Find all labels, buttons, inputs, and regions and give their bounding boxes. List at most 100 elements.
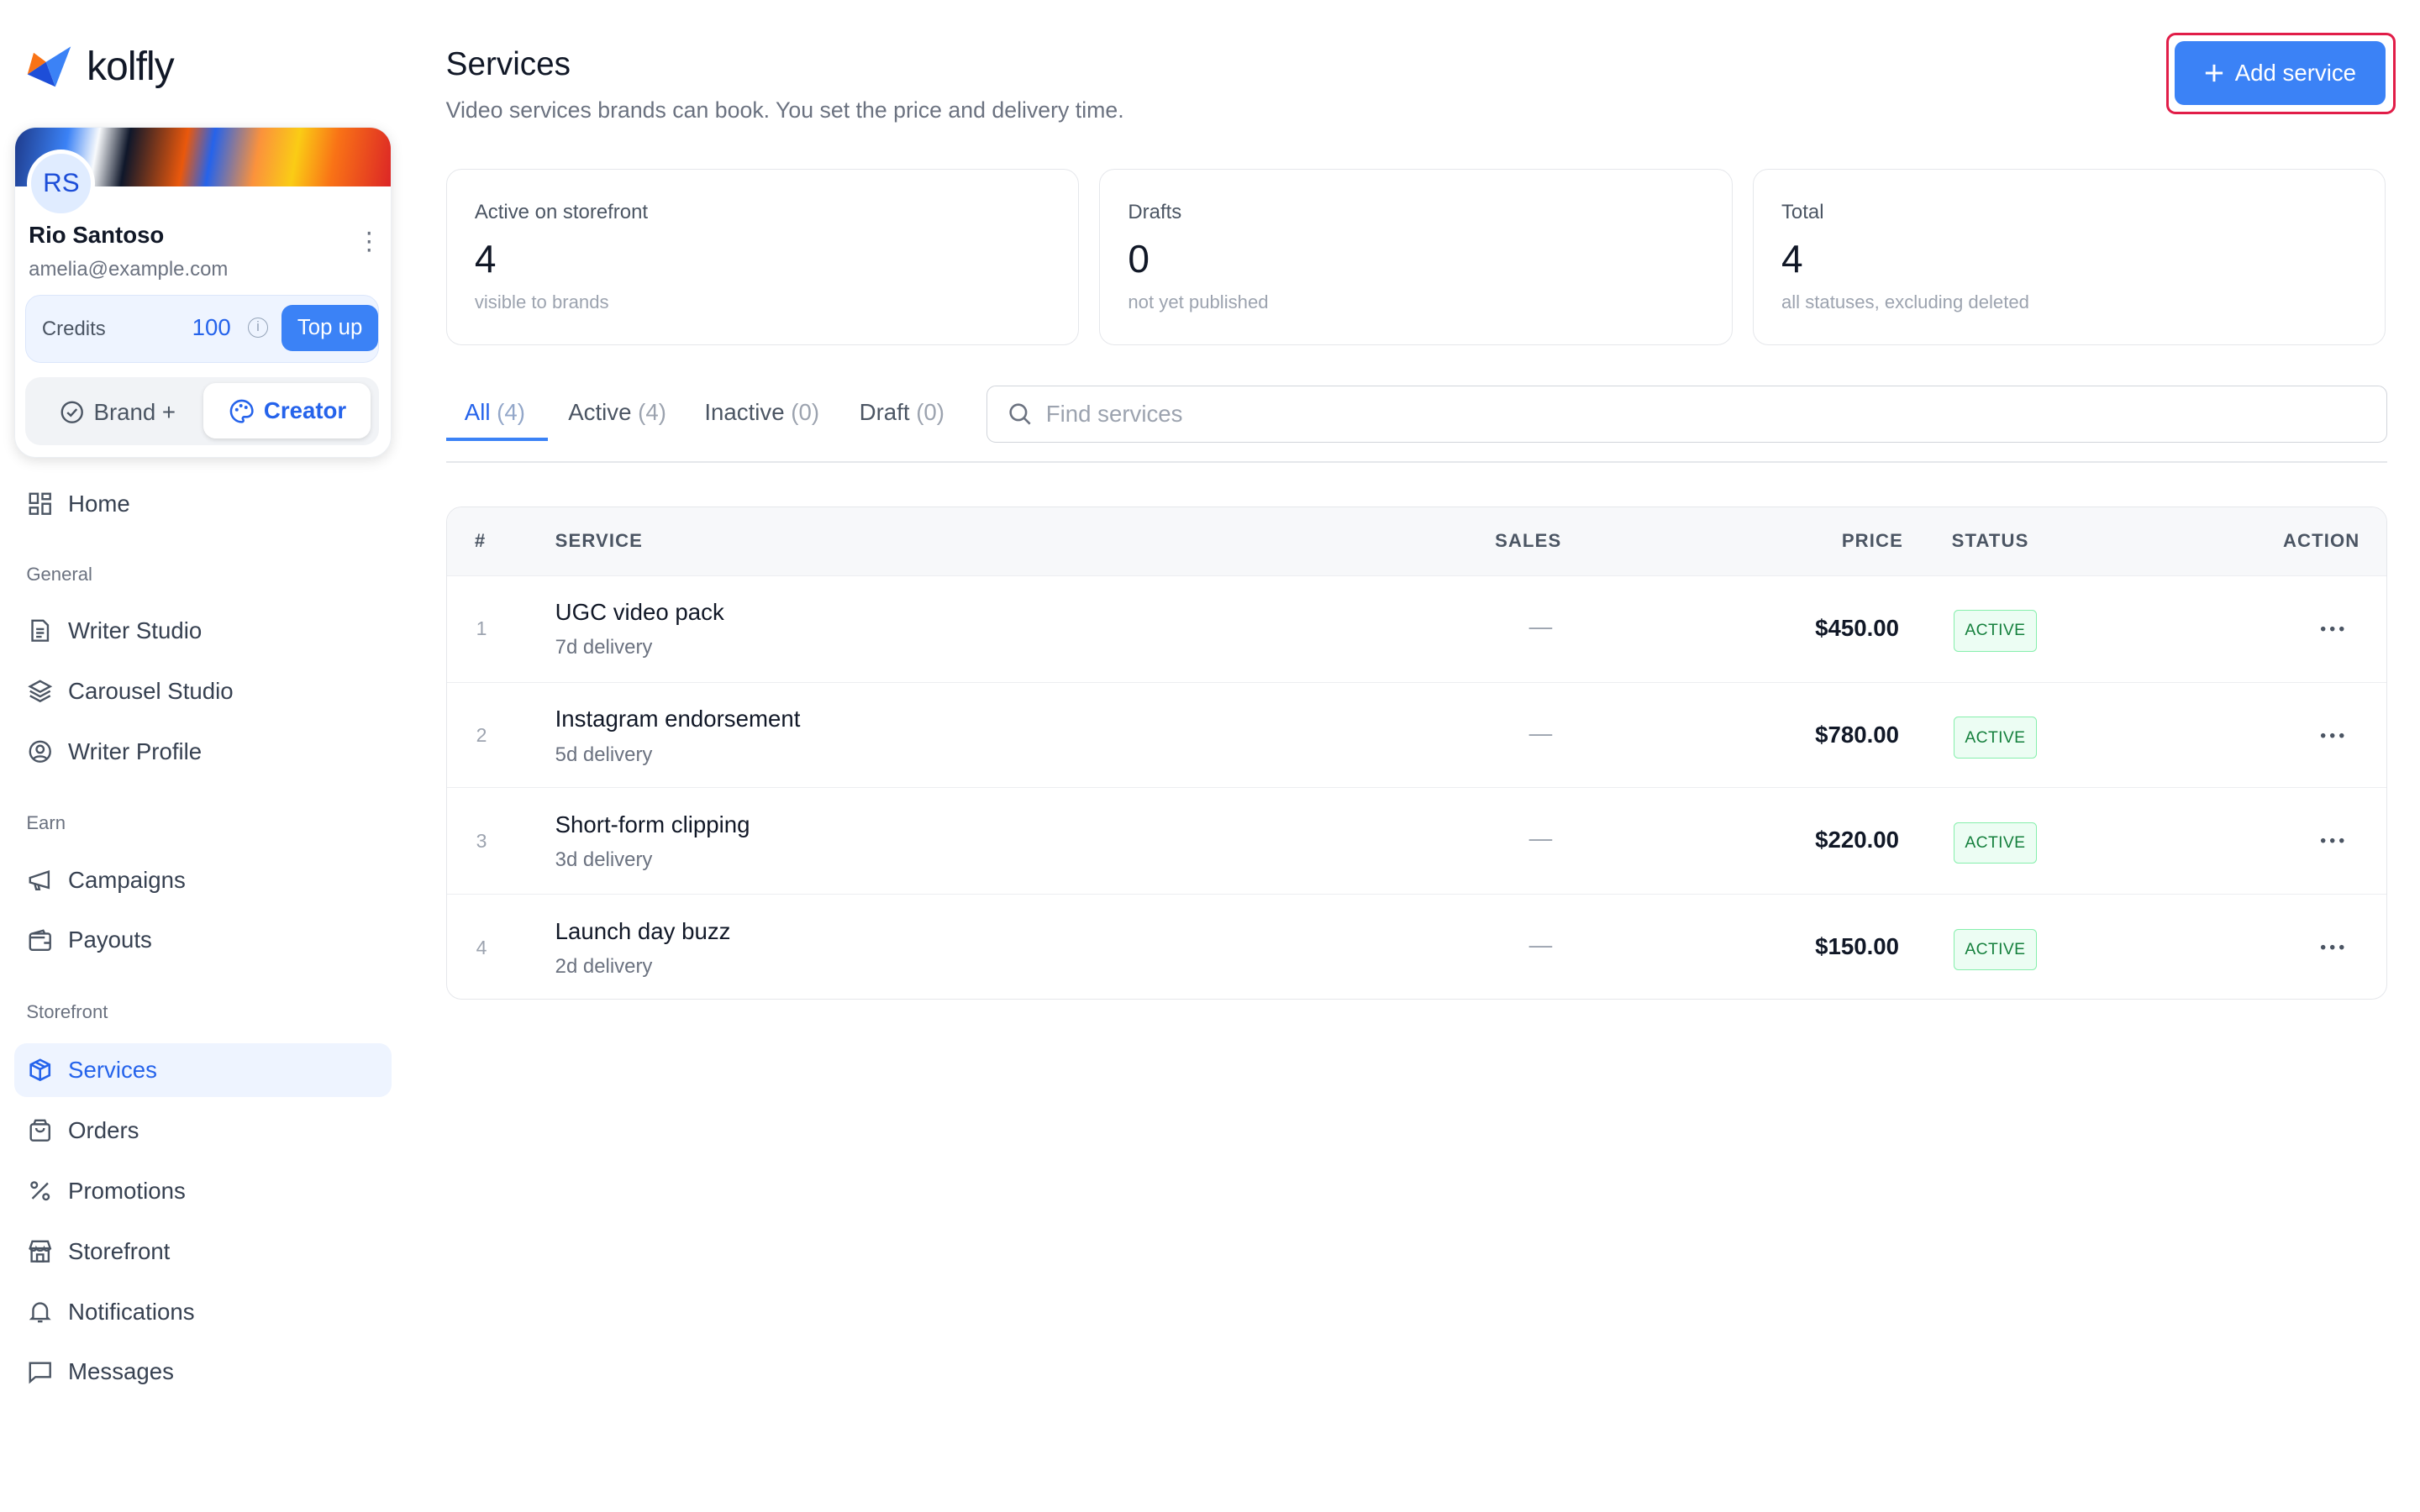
layers-icon [28,679,53,703]
service-price: $150.00 [1815,933,1900,960]
store-icon [28,1239,52,1263]
tab-inactive[interactable]: Inactive (0) [704,399,819,426]
more-actions-icon[interactable] [2314,717,2351,753]
profile-card: RS Rio Santoso amelia@example.com ⋮ Cred… [13,127,392,459]
nav-carousel-studio-label: Carousel Studio [68,677,234,704]
service-delivery: 3d delivery [555,848,653,871]
nav-services[interactable]: Services [13,1042,392,1098]
col-price[interactable]: PRICE [1842,530,1903,552]
col-service[interactable]: SERVICE [555,530,643,552]
stat-card-active: Active on storefront 4 visible to brands [445,168,1080,345]
nav-messages[interactable]: Messages [14,1345,392,1399]
table-row[interactable]: 1 UGC video pack 7d delivery — $450.00 A… [446,575,2387,682]
tabs-divider [445,461,2388,463]
page-title: Services [445,46,571,83]
table-header: # SERVICE SALES PRICE STATUS ACTION [446,507,2387,575]
more-actions-icon[interactable] [2314,610,2351,647]
more-actions-icon[interactable] [2314,929,2351,966]
service-price: $220.00 [1815,827,1900,853]
nav-payouts[interactable]: Payouts [14,913,392,967]
service-name[interactable]: Instagram endorsement [555,706,801,732]
status-badge: ACTIVE [1953,717,2038,759]
tab-all[interactable]: All (4) [465,399,525,426]
nav-section-general: General [26,563,92,585]
stat-note: visible to brands [474,291,609,313]
stat-label: Drafts [1128,200,1182,223]
add-service-highlight: Add service [2165,32,2396,115]
add-service-button[interactable]: Add service [2175,41,2386,105]
row-number: 4 [476,936,487,958]
plus-icon [2205,64,2223,81]
nav-storefront-label: Storefront [68,1237,171,1264]
check-circle-icon [60,401,83,423]
stat-note: not yet published [1128,291,1269,313]
tab-active[interactable]: Active (4) [568,399,666,426]
nav-carousel-studio[interactable]: Carousel Studio [14,664,392,717]
app-root: kolfly RS Rio Santoso amelia@example.com… [0,0,2420,1512]
logo[interactable]: kolfly [24,40,175,93]
service-sales: — [1528,612,1553,639]
nav-campaigns[interactable]: Campaigns [14,853,392,906]
col-num: # [474,530,487,552]
message-icon [28,1360,52,1384]
service-name[interactable]: Launch day buzz [555,918,731,945]
tab-inactive-count: (0) [791,399,820,426]
mode-creator-option[interactable]: Creator [203,383,371,439]
mode-creator-label: Creator [263,397,347,424]
nav-orders-label: Orders [68,1117,139,1143]
more-actions-icon[interactable] [2314,822,2351,859]
row-number: 3 [476,829,487,852]
percent-icon [28,1179,52,1203]
logo-text: kolfly [87,44,175,89]
nav-storefront[interactable]: Storefront [14,1224,392,1278]
active-tab-indicator [445,438,549,442]
tab-all-label: All [464,399,491,426]
shopping-bag-icon [28,1118,52,1142]
table-row[interactable]: 2 Instagram endorsement 5d delivery — $7… [446,681,2387,789]
stat-value: 4 [474,237,497,281]
tab-draft[interactable]: Draft (0) [860,399,944,426]
nav-home[interactable]: Home [14,477,392,531]
mode-switch: Brand + Creator [25,376,379,445]
service-sales: — [1528,719,1553,746]
megaphone-icon [28,868,52,892]
info-icon[interactable]: i [247,317,268,338]
nav-notifications-label: Notifications [68,1298,195,1325]
nav-orders[interactable]: Orders [14,1104,392,1158]
service-sales: — [1528,825,1553,852]
nav-services-label: Services [68,1057,157,1084]
top-up-button[interactable]: Top up [281,305,378,352]
search-box [986,385,2388,443]
search-input[interactable] [1045,398,2347,430]
avatar[interactable]: RS [27,149,96,218]
service-delivery: 7d delivery [555,636,653,659]
add-service-label: Add service [2234,59,2357,86]
status-badge: ACTIVE [1953,610,2038,652]
col-status[interactable]: STATUS [1952,530,2029,552]
wallet-icon [28,928,52,953]
nav-writer-profile-label: Writer Profile [68,738,203,764]
table-row[interactable]: 4 Launch day buzz 2d delivery — $150.00 … [446,894,2387,999]
package-icon [28,1058,52,1082]
mode-brand-label: Brand + [93,398,176,425]
col-sales[interactable]: SALES [1495,530,1561,552]
table-row[interactable]: 3 Short-form clipping 3d delivery — $220… [446,787,2387,894]
mode-brand-option[interactable]: Brand + [60,399,176,426]
tab-inactive-label: Inactive [704,399,785,426]
profile-email: amelia@example.com [29,257,229,281]
service-delivery: 5d delivery [555,743,653,766]
nav-promotions[interactable]: Promotions [14,1164,392,1218]
nav-payouts-label: Payouts [68,927,152,953]
service-name[interactable]: Short-form clipping [555,811,750,838]
profile-menu-icon[interactable]: ⋮ [357,229,381,254]
nav-writer-studio[interactable]: Writer Studio [14,604,392,658]
page-subtitle: Video services brands can book. You set … [445,97,1124,123]
tab-draft-label: Draft [859,399,910,426]
stat-label: Active on storefront [474,200,649,223]
nav-campaigns-label: Campaigns [68,866,186,893]
service-delivery: 2d delivery [555,955,653,979]
nav-notifications[interactable]: Notifications [14,1284,392,1338]
nav-writer-profile[interactable]: Writer Profile [14,724,392,778]
document-icon [28,618,52,643]
service-name[interactable]: UGC video pack [555,599,724,626]
